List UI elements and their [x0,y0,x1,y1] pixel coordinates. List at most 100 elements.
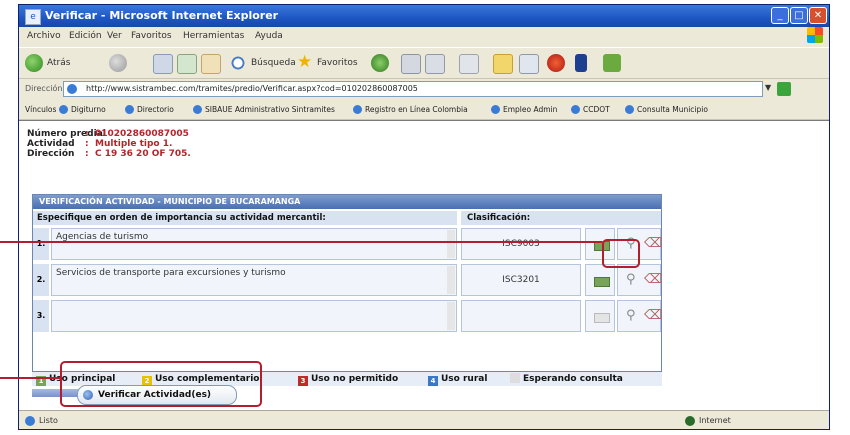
use-principal-book-icon [594,277,610,287]
title-bar[interactable]: e Verificar - Microsoft Internet Explore… [19,5,829,27]
menu-bar: Archivo Edición Ver Favoritos Herramient… [19,27,829,45]
eraser-icon[interactable]: ⌫ [644,309,662,323]
col-clasificacion-header: Clasificación: [461,211,661,225]
windows-logo-icon [807,27,823,43]
home-icon[interactable] [201,54,221,74]
eraser-icon[interactable]: ⌫ [644,237,662,251]
ie-icon: e [25,9,41,25]
close-button[interactable]: ✕ [809,7,827,24]
link-registro[interactable]: Registro en Línea Colombia [365,105,468,114]
research-icon[interactable] [575,54,587,72]
activity-row: 1. Agencias de turismo ISC9003 ⚲ ⌫ [33,228,662,261]
edit-icon[interactable] [459,54,479,74]
legend-label: Uso rural [441,374,488,384]
go-button[interactable] [777,82,791,96]
callout-leader-line [0,377,60,379]
activity-input[interactable] [51,300,457,332]
link-icon [491,105,500,114]
search-magnifier-icon[interactable]: ⚲ [626,273,636,287]
book-icon [594,313,610,323]
search-icon[interactable] [229,54,247,72]
panel-title: VERIFICACIÓN ACTIVIDAD - MUNICIPIO DE BU… [33,195,661,209]
verification-panel: VERIFICACIÓN ACTIVIDAD - MUNICIPIO DE BU… [32,194,662,372]
tools-icon[interactable] [603,54,621,72]
use-indicator-cell [585,264,615,296]
maximize-button[interactable]: □ [790,7,808,24]
textarea-scrollbar[interactable] [447,230,455,258]
colon: : [85,149,89,159]
menu-edicion[interactable]: Edición [69,31,102,41]
messenger-icon[interactable] [547,54,565,72]
favorites-star-icon[interactable]: ★ [297,53,312,71]
callout-leader-line [0,241,602,243]
activity-input[interactable]: Agencias de turismo [51,228,457,260]
search-button-label[interactable]: Búsqueda [251,58,296,68]
actividad-value: Multiple tipo 1. [95,139,173,149]
row-number: 2. [33,264,49,296]
link-ccdot[interactable]: CCDOT [583,105,610,114]
legend-item: 3 Uso no permitido [298,373,398,386]
forward-arrow-icon[interactable] [109,54,127,72]
stop-icon[interactable] [153,54,173,74]
link-consulta[interactable]: Consulta Municipio [637,105,708,114]
link-icon [125,105,134,114]
menu-archivo[interactable]: Archivo [27,31,61,41]
classification-code: ISC3201 [461,264,581,296]
url-input[interactable]: http://www.sistrambec.com/tramites/predi… [63,81,763,97]
link-digiturno[interactable]: Digiturno [71,105,106,114]
link-icon [571,105,580,114]
address-label: Dirección [25,84,63,93]
toolbar: Atrás Búsqueda ★ Favoritos [19,47,829,79]
link-icon [353,105,362,114]
folder-icon[interactable] [493,54,513,74]
colon: : [85,139,89,149]
textarea-scrollbar[interactable] [447,266,455,294]
back-arrow-icon[interactable] [25,54,43,72]
row-actions: ⚲ ⌫ [617,300,662,332]
direccion-label: Dirección [27,149,75,159]
minimize-button[interactable]: _ [771,7,789,24]
link-icon [59,105,68,114]
refresh-icon[interactable] [177,54,197,74]
col-actividad-header: Especifique en orden de importancia su a… [33,211,457,225]
actividad-label: Actividad [27,139,75,149]
highlight-verify-callout [60,361,262,407]
link-empleo[interactable]: Empleo Admin [503,105,557,114]
link-icon [193,105,202,114]
discuss-icon[interactable] [519,54,539,74]
colon: : [85,129,89,139]
link-sibaue[interactable]: SIBAUE Administrativo Sintramites [205,105,335,114]
activity-row: 2. Servicios de transporte para excursio… [33,264,662,297]
legend-item: Esperando consulta [510,373,623,385]
eraser-icon[interactable]: ⌫ [644,273,662,287]
search-magnifier-icon[interactable]: ⚲ [626,309,636,323]
row-number: 1. [33,228,49,260]
classification-code: ISC9003 [461,228,581,260]
highlight-search-callout [602,239,640,268]
use-indicator-cell [585,300,615,332]
activity-row: 3. ⚲ ⌫ [33,300,662,333]
textarea-scrollbar[interactable] [447,302,455,330]
menu-ayuda[interactable]: Ayuda [255,31,283,41]
back-button-label[interactable]: Atrás [47,58,70,68]
mail-icon[interactable] [401,54,421,74]
print-icon[interactable] [425,54,445,74]
menu-herramientas[interactable]: Herramientas [183,31,244,41]
favorites-button-label[interactable]: Favoritos [317,58,358,68]
legend-swatch: 4 [428,376,438,386]
row-actions: ⚲ ⌫ [617,264,662,296]
window-title: Verificar - Microsoft Internet Explorer [45,9,279,22]
row-number: 3. [33,300,49,332]
link-directorio[interactable]: Directorio [137,105,174,114]
menu-favoritos[interactable]: Favoritos [131,31,172,41]
status-text: Listo [39,416,58,425]
page-icon [67,84,77,94]
status-bar: Listo Internet [19,410,829,429]
links-bar: Vínculos Digiturno Directorio SIBAUE Adm… [19,101,829,120]
links-label: Vínculos [25,105,57,114]
menu-ver[interactable]: Ver [107,31,122,41]
address-dropdown-icon[interactable]: ▼ [765,83,771,92]
history-icon[interactable] [371,54,389,72]
security-zone: Internet [699,416,731,425]
activity-input[interactable]: Servicios de transporte para excursiones… [51,264,457,296]
